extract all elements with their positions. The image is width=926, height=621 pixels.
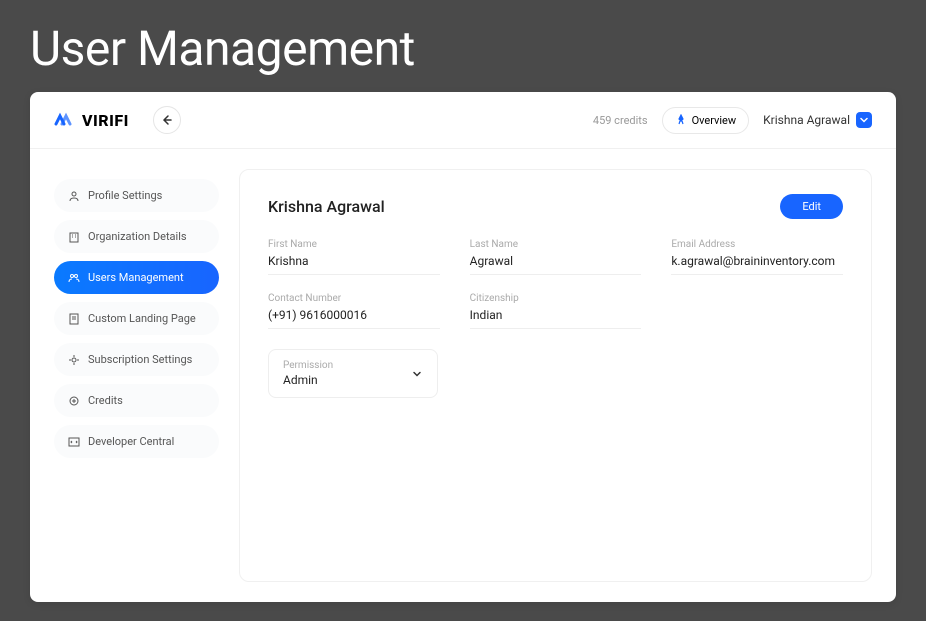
field-last-name: Last Name Agrawal	[470, 239, 642, 275]
sidebar-item-subscription-settings[interactable]: Subscription Settings	[54, 343, 219, 376]
field-value: Krishna	[268, 254, 440, 268]
logo-text: VIRIFI	[82, 111, 129, 130]
field-value: k.agrawal@braininventory.com	[671, 254, 843, 268]
field-label: Email Address	[671, 239, 843, 250]
gear-icon	[68, 354, 80, 366]
permission-label: Permission	[283, 360, 333, 371]
sidebar: Profile Settings Organization Details Us…	[54, 169, 219, 582]
rocket-icon	[675, 114, 687, 126]
building-icon	[68, 231, 80, 243]
user-menu[interactable]: Krishna Agrawal	[763, 112, 872, 128]
sidebar-item-developer-central[interactable]: Developer Central	[54, 425, 219, 458]
field-contact: Contact Number (+91) 9616000016	[268, 293, 440, 329]
field-email: Email Address k.agrawal@braininventory.c…	[671, 239, 843, 275]
panel-header: Krishna Agrawal Edit	[268, 194, 843, 219]
user-icon	[68, 190, 80, 202]
field-first-name: First Name Krishna	[268, 239, 440, 275]
arrow-left-icon	[161, 114, 173, 126]
main-panel: Krishna Agrawal Edit First Name Krishna …	[239, 169, 872, 582]
header: VIRIFI 459 credits Overview Krishna Agra…	[30, 92, 896, 149]
sidebar-item-label: Subscription Settings	[88, 353, 192, 366]
sidebar-item-credits[interactable]: Credits	[54, 384, 219, 417]
permission-value: Admin	[283, 373, 333, 387]
form-grid: First Name Krishna Last Name Agrawal Ema…	[268, 239, 843, 329]
back-button[interactable]	[153, 106, 181, 134]
sidebar-item-label: Organization Details	[88, 230, 187, 243]
logo-icon	[54, 112, 76, 128]
field-value: (+91) 9616000016	[268, 308, 440, 322]
field-label: Contact Number	[268, 293, 440, 304]
page-icon	[68, 313, 80, 325]
sidebar-item-label: Users Management	[88, 271, 184, 284]
sidebar-item-users-management[interactable]: Users Management	[54, 261, 219, 294]
content: Profile Settings Organization Details Us…	[30, 149, 896, 602]
overview-button[interactable]: Overview	[662, 107, 750, 134]
field-label: First Name	[268, 239, 440, 250]
sidebar-item-profile-settings[interactable]: Profile Settings	[54, 179, 219, 212]
user-name: Krishna Agrawal	[763, 113, 850, 127]
chevron-down-icon	[411, 368, 423, 380]
sidebar-item-label: Developer Central	[88, 435, 174, 448]
logo: VIRIFI	[54, 111, 129, 130]
field-label: Last Name	[470, 239, 642, 250]
permission-select[interactable]: Permission Admin	[268, 349, 438, 398]
overview-label: Overview	[692, 114, 737, 127]
field-value: Indian	[470, 308, 642, 322]
sidebar-item-label: Profile Settings	[88, 189, 162, 202]
users-icon	[68, 272, 80, 284]
edit-button[interactable]: Edit	[780, 194, 843, 219]
app-window: VIRIFI 459 credits Overview Krishna Agra…	[30, 92, 896, 602]
sidebar-item-label: Credits	[88, 394, 123, 407]
sidebar-item-organization-details[interactable]: Organization Details	[54, 220, 219, 253]
field-label: Citizenship	[470, 293, 642, 304]
credits-icon	[68, 395, 80, 407]
sidebar-item-label: Custom Landing Page	[88, 312, 196, 325]
page-title: User Management	[0, 0, 926, 92]
field-value: Agrawal	[470, 254, 642, 268]
credits-text: 459 credits	[593, 114, 648, 127]
field-citizenship: Citizenship Indian	[470, 293, 642, 329]
chevron-down-icon	[856, 112, 872, 128]
code-icon	[68, 436, 80, 448]
sidebar-item-custom-landing-page[interactable]: Custom Landing Page	[54, 302, 219, 335]
panel-title: Krishna Agrawal	[268, 197, 385, 216]
